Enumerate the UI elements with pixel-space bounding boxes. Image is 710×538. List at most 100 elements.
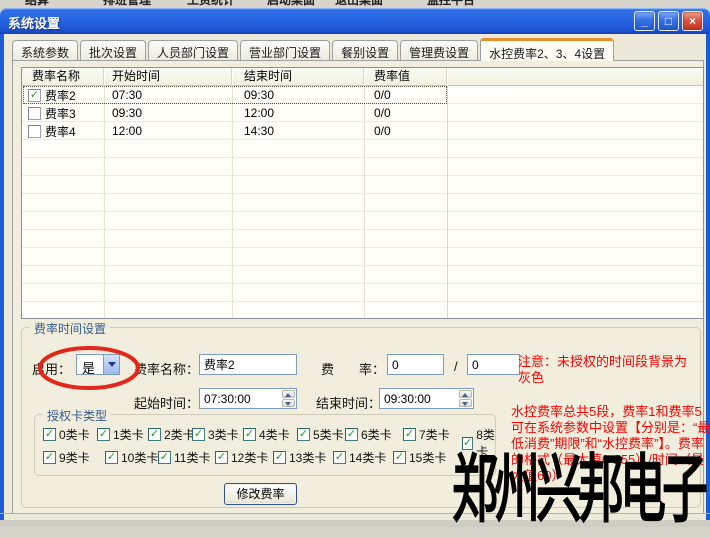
table-row[interactable]: 费率3 09:30 12:00 0/0 (22, 104, 703, 122)
bg-menu-item: 退出桌面 (335, 0, 383, 8)
maximize-button[interactable]: □ (658, 11, 679, 31)
header-cell-start-time[interactable]: 开始时间 (104, 68, 232, 86)
spinner-down-button[interactable] (459, 399, 472, 407)
card-type-item[interactable]: ✓2类卡 (148, 426, 195, 443)
spinner-up-button[interactable] (282, 390, 295, 398)
row-checkbox[interactable] (28, 107, 41, 120)
tab-system-params[interactable]: 系统参数 (12, 40, 78, 60)
card-label: 6类卡 (361, 426, 392, 443)
card-checkbox[interactable]: ✓ (297, 428, 310, 441)
cell-rate-value: 0/0 (364, 106, 447, 120)
spinner-down-button[interactable] (282, 399, 295, 407)
cell-end-time: 09:30 (232, 88, 364, 102)
tab-meal-settings[interactable]: 餐别设置 (332, 40, 398, 60)
card-checkbox[interactable]: ✓ (393, 451, 406, 464)
checkmark-icon: ✓ (395, 451, 404, 463)
card-checkbox[interactable]: ✓ (345, 428, 358, 441)
card-type-item[interactable]: ✓10类卡 (105, 449, 158, 466)
end-time-spinner (379, 388, 474, 409)
tab-staff-dept[interactable]: 人员部门设置 (148, 40, 238, 60)
chevron-down-icon (108, 362, 116, 367)
cell-start-time: 12:00 (104, 124, 232, 138)
card-label: 15类卡 (409, 449, 446, 466)
card-checkbox[interactable]: ✓ (192, 428, 205, 441)
card-type-item[interactable]: ✓ 15类卡 (393, 449, 446, 466)
table-body: ✓ 费率2 07:30 09:30 0/0 费率3 09:30 12:0 (22, 86, 703, 318)
card-type-item[interactable]: ✓3类卡 (192, 426, 239, 443)
rate-name-field (199, 354, 297, 375)
fee-amount-input[interactable] (388, 355, 443, 374)
card-type-item[interactable]: ✓13类卡 (273, 449, 326, 466)
checkmark-icon: ✓ (405, 428, 414, 440)
row-checkbox[interactable] (28, 125, 41, 138)
tab-bar: 系统参数 批次设置 人员部门设置 营业部门设置 餐别设置 管理费设置 水控费率2… (12, 38, 616, 60)
card-type-item[interactable]: ✓11类卡 (158, 449, 210, 466)
dropdown-value: 是 (82, 358, 95, 377)
card-type-item[interactable]: ✓9类卡 (43, 449, 90, 466)
checkmark-icon: ✓ (45, 451, 54, 463)
background-menu-strip: 结算 排班管理 工资统计 启动桌面 退出桌面 监控平台 (0, 0, 710, 8)
card-checkbox[interactable]: ✓ (403, 428, 416, 441)
card-label: 2类卡 (164, 426, 195, 443)
tab-water-rate-234[interactable]: 水控费率2、3、4设置 (480, 38, 614, 61)
spinner-up-button[interactable] (459, 390, 472, 398)
table-row[interactable]: ✓ 费率2 07:30 09:30 0/0 (22, 86, 703, 104)
end-time-input[interactable] (380, 389, 459, 408)
tab-business-dept[interactable]: 营业部门设置 (240, 40, 330, 60)
card-type-item[interactable]: ✓6类卡 (345, 426, 392, 443)
modify-rate-button[interactable]: 修改费率 (224, 483, 297, 505)
card-label: 7类卡 (419, 426, 450, 443)
cell-end-time: 12:00 (232, 106, 364, 120)
fee-label-part1: 费 (321, 359, 334, 378)
card-checkbox[interactable]: ✓ (43, 428, 56, 441)
card-type-item[interactable]: ✓14类卡 (333, 449, 386, 466)
card-type-item[interactable]: ✓1类卡 (97, 426, 144, 443)
fee-time-field (467, 354, 520, 375)
card-checkbox[interactable]: ✓ (158, 451, 171, 464)
arrow-down-icon (462, 402, 468, 406)
start-time-input[interactable] (200, 389, 282, 408)
fee-time-input[interactable] (468, 355, 519, 374)
card-type-group-title: 授权卡类型 (43, 407, 111, 424)
header-cell-rate-name[interactable]: 费率名称 (22, 68, 104, 86)
fee-divider-text: / (454, 359, 458, 374)
card-label: 12类卡 (231, 449, 268, 466)
enable-dropdown[interactable]: 是 (76, 354, 120, 375)
window-title: 系统设置 (8, 13, 60, 32)
card-checkbox[interactable]: ✓ (105, 451, 118, 464)
table-row[interactable]: 费率4 12:00 14:30 0/0 (22, 122, 703, 140)
card-type-item[interactable]: ✓ 7类卡 (403, 426, 450, 443)
card-label: 1类卡 (113, 426, 144, 443)
cell-start-time: 09:30 (104, 106, 232, 120)
card-checkbox[interactable]: ✓ (243, 428, 256, 441)
bg-menu-item: 结算 (25, 0, 49, 8)
row-checkbox[interactable]: ✓ (28, 89, 41, 102)
card-checkbox[interactable]: ✓ (333, 451, 346, 464)
card-type-item[interactable]: ✓5类卡 (297, 426, 344, 443)
card-checkbox[interactable]: ✓ (273, 451, 286, 464)
header-cell-rate-value[interactable]: 费率值 (364, 68, 447, 86)
dropdown-arrow-button[interactable] (103, 355, 119, 374)
bg-menu-item: 启动桌面 (267, 0, 315, 8)
tab-batch-settings[interactable]: 批次设置 (80, 40, 146, 60)
card-type-item[interactable]: ✓12类卡 (215, 449, 268, 466)
rate-name-text: 费率3 (45, 105, 76, 122)
card-type-item[interactable]: ✓0类卡 (43, 426, 90, 443)
card-checkbox[interactable]: ✓ (43, 451, 56, 464)
rates-table[interactable]: 费率名称 开始时间 结束时间 费率值 ✓ 费率2 07:30 (21, 67, 704, 319)
header-cell-end-time[interactable]: 结束时间 (232, 68, 364, 86)
card-checkbox[interactable]: ✓ (148, 428, 161, 441)
close-button[interactable]: × (682, 11, 703, 31)
tab-mgmt-fee[interactable]: 管理费设置 (400, 40, 478, 60)
titlebar[interactable]: 系统设置 _ □ × (0, 8, 710, 34)
card-type-item[interactable]: ✓4类卡 (243, 426, 290, 443)
card-checkbox[interactable]: ✓ (97, 428, 110, 441)
rate-name-label: 费率名称： (134, 359, 199, 378)
checkmark-icon: ✓ (299, 428, 308, 440)
checkmark-icon: ✓ (107, 451, 116, 463)
rate-name-input[interactable] (200, 355, 296, 374)
cell-rate-value: 0/0 (364, 124, 447, 138)
card-checkbox[interactable]: ✓ (215, 451, 228, 464)
start-time-label: 起始时间： (134, 393, 199, 412)
minimize-button[interactable]: _ (634, 11, 655, 31)
